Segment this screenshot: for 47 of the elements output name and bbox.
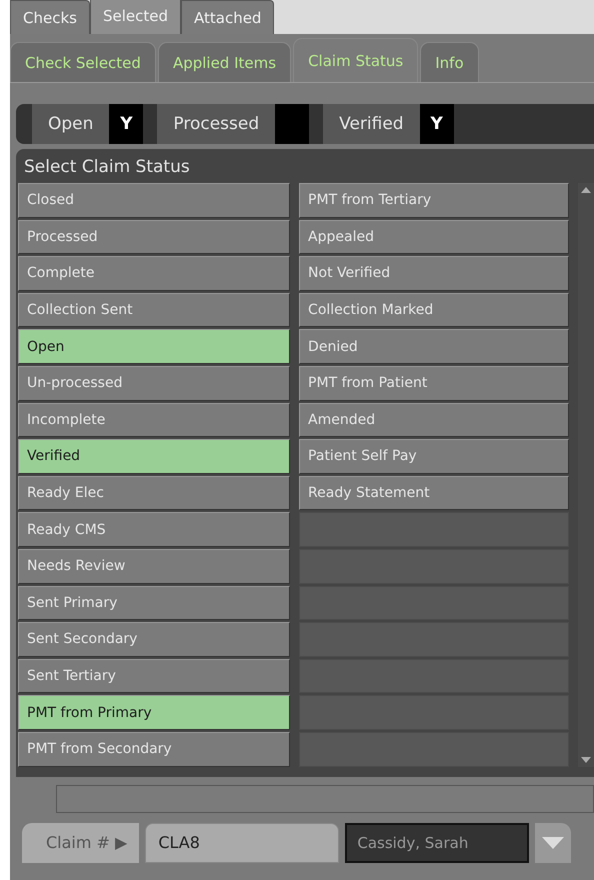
tab[interactable]: Applied Items: [158, 42, 292, 82]
tab[interactable]: Attached: [181, 0, 274, 34]
status-button[interactable]: Un-processed: [18, 366, 290, 401]
status-flag-label: Open: [32, 104, 110, 144]
status-button[interactable]: Patient Self Pay: [299, 439, 570, 474]
status-button[interactable]: Incomplete: [18, 402, 290, 438]
scroll-up-icon[interactable]: [581, 187, 592, 193]
status-button[interactable]: PMT from Tertiary: [299, 183, 570, 218]
status-button[interactable]: Collection Marked: [299, 292, 570, 328]
status-button[interactable]: Complete: [18, 256, 290, 291]
scrollbar[interactable]: [578, 183, 594, 766]
tab[interactable]: Claim Status: [293, 38, 418, 82]
status-button[interactable]: Ready Statement: [299, 476, 570, 510]
panel-title: Select Claim Status: [23, 156, 191, 179]
status-button[interactable]: PMT from Secondary: [18, 732, 290, 766]
status-button[interactable]: Processed: [18, 220, 290, 254]
status-button[interactable]: Sent Tertiary: [18, 658, 290, 694]
tab[interactable]: Info: [420, 42, 479, 82]
status-button[interactable]: Needs Review: [18, 548, 290, 584]
dropdown-button[interactable]: [535, 822, 572, 862]
tab[interactable]: Checks: [10, 0, 90, 34]
tab[interactable]: Check Selected: [10, 42, 156, 82]
claim-number-field[interactable]: CLA8: [145, 822, 340, 862]
status-button[interactable]: Ready CMS: [18, 512, 290, 547]
status-button[interactable]: Sent Secondary: [18, 622, 290, 657]
status-button[interactable]: Appealed: [299, 220, 570, 254]
caret-icon: [542, 836, 564, 848]
status-button[interactable]: PMT from Patient: [299, 366, 570, 401]
status-flag-value: [275, 104, 310, 144]
status-flag-value: Y: [420, 104, 454, 144]
status-button[interactable]: Amended: [299, 402, 570, 438]
status-button[interactable]: Not Verified: [299, 256, 570, 291]
status-button[interactable]: Sent Primary: [18, 586, 290, 620]
status-button[interactable]: Denied: [299, 329, 570, 364]
status-flag-label: Processed: [157, 104, 276, 144]
patient-name-field[interactable]: Cassidy, Sarah: [345, 822, 530, 862]
claim-number-label: Claim # ▶: [22, 822, 140, 862]
status-button[interactable]: Open: [18, 329, 290, 364]
scroll-down-icon[interactable]: [581, 756, 592, 762]
status-button[interactable]: Closed: [18, 183, 290, 218]
status-button[interactable]: Collection Sent: [18, 292, 290, 328]
status-button[interactable]: PMT from Primary: [18, 695, 290, 730]
status-flag-label: Verified: [323, 104, 420, 144]
status-flag-value: Y: [109, 104, 144, 144]
status-button[interactable]: Verified: [18, 439, 290, 474]
status-button[interactable]: Ready Elec: [18, 476, 290, 510]
tab[interactable]: Selected: [90, 0, 181, 34]
